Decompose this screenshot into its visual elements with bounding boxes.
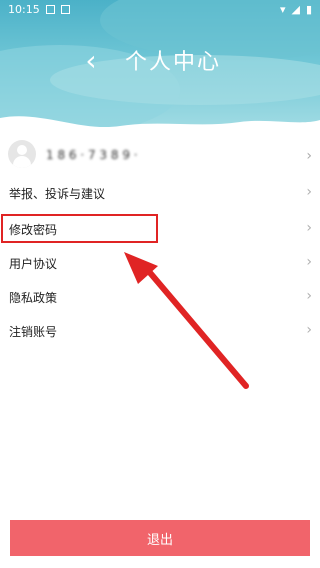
chevron-right-icon: › [306, 184, 312, 200]
chevron-right-icon: › [306, 254, 312, 270]
chevron-left-icon: ‹ [85, 44, 97, 77]
user-profile-row[interactable]: 1 8 6 · 7 3 8 9 · › [0, 138, 320, 174]
signal-icon: ◢ [291, 2, 300, 16]
menu-item-label: 注销账号 [9, 325, 58, 339]
status-left: 10:15 [8, 3, 70, 16]
notification-icon-2 [60, 4, 70, 14]
notification-icon [45, 4, 55, 14]
avatar-head [17, 145, 27, 155]
back-button[interactable]: ‹ [80, 47, 102, 75]
status-bar: 10:15 ▾ ◢ ▮ [0, 0, 320, 18]
chevron-right-icon: › [306, 322, 312, 338]
page-title: 个人中心 [124, 50, 221, 75]
highlight-box [1, 214, 158, 243]
menu-item-user-agreement[interactable]: 用户协议 › [0, 246, 320, 280]
menu-item-report[interactable]: 举报、投诉与建议 › [0, 176, 320, 210]
status-time: 10:15 [8, 2, 40, 16]
avatar [8, 140, 36, 168]
wifi-icon: ▾ [279, 2, 286, 16]
user-phone: 1 8 6 · 7 3 8 9 · [46, 148, 138, 162]
chevron-right-icon: › [306, 220, 312, 236]
menu-item-delete-account[interactable]: 注销账号 › [0, 314, 320, 348]
menu-item-privacy-policy[interactable]: 隐私政策 › [0, 280, 320, 314]
status-right: ▾ ◢ ▮ [280, 3, 312, 16]
chevron-right-icon: › [306, 148, 312, 164]
title-row: ‹ 个人中心 [0, 40, 320, 80]
menu-item-label: 举报、投诉与建议 [9, 187, 106, 201]
menu-item-label: 隐私政策 [9, 291, 58, 305]
chevron-right-icon: › [306, 288, 312, 304]
battery-icon: ▮ [305, 2, 312, 16]
menu-item-label: 用户协议 [9, 257, 58, 271]
logout-button[interactable]: 退出 [10, 520, 310, 556]
avatar-body [13, 156, 31, 168]
